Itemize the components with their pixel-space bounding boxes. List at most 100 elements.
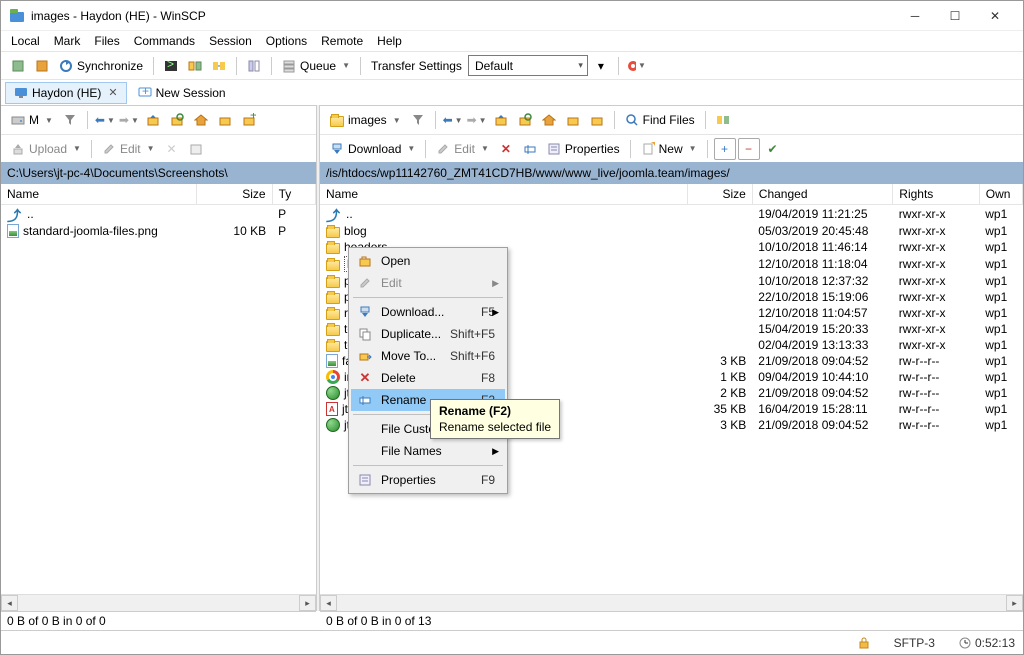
- menu-session[interactable]: Session: [203, 32, 258, 50]
- ctx-label: Duplicate...: [381, 327, 441, 341]
- ctx-duplicate-[interactable]: Duplicate...Shift+F5: [351, 323, 505, 345]
- menu-remote[interactable]: Remote: [315, 32, 369, 50]
- download-button[interactable]: Download▼: [326, 138, 419, 160]
- left-explore-icon[interactable]: [214, 109, 236, 131]
- maximize-button[interactable]: ☐: [935, 2, 975, 30]
- app-icon: [9, 8, 25, 24]
- transfer-settings-combo[interactable]: Default: [468, 55, 588, 76]
- right-home-icon[interactable]: [538, 109, 560, 131]
- left-col-size[interactable]: Size: [196, 184, 272, 205]
- right-file-list[interactable]: Name Size Changed Rights Own ⤴..19/04/20…: [320, 184, 1023, 594]
- left-filter-icon[interactable]: [59, 109, 81, 131]
- right-rename-icon[interactable]: [519, 138, 541, 160]
- svg-text:✦: ✦: [650, 142, 655, 150]
- menu-options[interactable]: Options: [260, 32, 313, 50]
- minus-icon[interactable]: −: [738, 138, 760, 160]
- table-row[interactable]: ⤴..19/04/2019 11:21:25rwxr-xr-xwp1: [320, 205, 1023, 224]
- forward-session-icon[interactable]: [31, 55, 53, 77]
- preferences-icon[interactable]: ▼: [625, 55, 647, 77]
- svg-text:+: +: [142, 86, 149, 98]
- right-col-rights[interactable]: Rights: [893, 184, 979, 205]
- menu-mark[interactable]: Mark: [48, 32, 87, 50]
- right-explore-icon[interactable]: [562, 109, 584, 131]
- left-props-icon[interactable]: [185, 138, 207, 160]
- right-col-own[interactable]: Own: [979, 184, 1022, 205]
- right-folder-selector[interactable]: images▼: [326, 109, 405, 131]
- ctx-move-to-[interactable]: Move To...Shift+F6: [351, 345, 505, 367]
- menu-files[interactable]: Files: [88, 32, 125, 50]
- left-file-list[interactable]: Name Size Ty ⤴..Pstandard-joomla-files.p…: [1, 184, 316, 594]
- menu-commands[interactable]: Commands: [128, 32, 201, 50]
- right-filter-icon[interactable]: [407, 109, 429, 131]
- close-tab-icon[interactable]: ✕: [108, 86, 117, 99]
- folder-icon: [326, 309, 340, 320]
- minimize-button[interactable]: ─: [895, 2, 935, 30]
- left-home-icon[interactable]: [190, 109, 212, 131]
- right-col-changed[interactable]: Changed: [752, 184, 893, 205]
- file-changed: 21/09/2018 09:04:52: [752, 353, 893, 369]
- left-forward-icon[interactable]: ➡▼: [118, 109, 140, 131]
- properties-button[interactable]: Properties: [543, 138, 624, 160]
- file-changed: 10/10/2018 11:46:14: [752, 239, 893, 255]
- ctx-properties[interactable]: PropertiesF9: [351, 469, 505, 491]
- left-col-type[interactable]: Ty: [272, 184, 315, 205]
- right-col-name[interactable]: Name: [320, 184, 687, 205]
- session-tab-active[interactable]: Haydon (HE) ✕: [5, 82, 127, 104]
- left-up-icon[interactable]: [142, 109, 164, 131]
- toggle-trees-icon[interactable]: [243, 55, 265, 77]
- close-button[interactable]: ✕: [975, 2, 1015, 30]
- ctx-download-[interactable]: Download...F5▶: [351, 301, 505, 323]
- file-changed: 22/10/2018 15:19:06: [752, 289, 893, 305]
- pdf-file-icon: [326, 402, 338, 416]
- context-menu[interactable]: OpenEdit▶Download...F5▶Duplicate...Shift…: [348, 247, 508, 494]
- new-session-tab[interactable]: + New Session: [129, 82, 235, 104]
- console-icon[interactable]: >: [160, 55, 182, 77]
- sync-browse-icon[interactable]: [208, 55, 230, 77]
- left-refresh-icon[interactable]: [166, 109, 188, 131]
- right-col-size[interactable]: Size: [687, 184, 752, 205]
- file-owner: wp1: [979, 273, 1022, 289]
- new-button[interactable]: ✦New▼: [637, 138, 701, 160]
- file-rights: rw-r--r--: [893, 369, 979, 385]
- left-edit-button[interactable]: Edit▼: [98, 138, 159, 160]
- ctx-file-names[interactable]: File Names▶: [351, 440, 505, 462]
- left-hscroll[interactable]: ◂▸: [1, 594, 316, 611]
- left-nav-toolbar: M▼ ⬅▼ ➡▼ +: [1, 106, 316, 134]
- plus-icon[interactable]: +: [714, 138, 736, 160]
- check-icon[interactable]: ✔: [762, 138, 784, 160]
- submenu-arrow-icon: ▶: [492, 278, 499, 289]
- svg-text:>: >: [167, 59, 174, 71]
- left-delete-icon[interactable]: ✕: [161, 138, 183, 160]
- menu-help[interactable]: Help: [371, 32, 408, 50]
- file-name: ..: [346, 207, 353, 221]
- ctx-open[interactable]: Open: [351, 250, 505, 272]
- table-row[interactable]: standard-joomla-files.png10 KBP: [1, 223, 316, 239]
- right-sync-icon[interactable]: [712, 109, 734, 131]
- table-row[interactable]: ⤴..P: [1, 205, 316, 224]
- file-rights: rw-r--r--: [893, 417, 979, 433]
- right-edit-button[interactable]: Edit▼: [432, 138, 493, 160]
- right-addbm-icon[interactable]: [586, 109, 608, 131]
- transfer-settings-more-icon[interactable]: ▾: [590, 55, 612, 77]
- right-hscroll[interactable]: ◂▸: [320, 594, 1023, 611]
- right-forward-icon[interactable]: ➡▼: [466, 109, 488, 131]
- right-refresh-icon[interactable]: [514, 109, 536, 131]
- upload-button[interactable]: Upload▼: [7, 138, 85, 160]
- right-delete-icon[interactable]: ✕: [495, 138, 517, 160]
- left-back-icon[interactable]: ⬅▼: [94, 109, 116, 131]
- left-addbm-icon[interactable]: +: [238, 109, 260, 131]
- synchronize-button[interactable]: Synchronize: [55, 55, 147, 77]
- table-row[interactable]: blog05/03/2019 20:45:48rwxr-xr-xwp1: [320, 223, 1023, 239]
- queue-button[interactable]: Queue▼: [278, 55, 354, 77]
- left-col-name[interactable]: Name: [1, 184, 196, 205]
- menu-local[interactable]: Local: [5, 32, 46, 50]
- left-drive-selector[interactable]: M▼: [7, 109, 57, 131]
- ctx-delete[interactable]: ✕DeleteF8: [351, 367, 505, 389]
- right-up-icon[interactable]: [490, 109, 512, 131]
- file-rights: rwxr-xr-x: [893, 289, 979, 305]
- compare-dirs-icon[interactable]: [184, 55, 206, 77]
- right-back-icon[interactable]: ⬅▼: [442, 109, 464, 131]
- open-icon: [355, 251, 375, 271]
- find-files-button[interactable]: Find Files: [621, 109, 699, 131]
- back-session-icon[interactable]: [7, 55, 29, 77]
